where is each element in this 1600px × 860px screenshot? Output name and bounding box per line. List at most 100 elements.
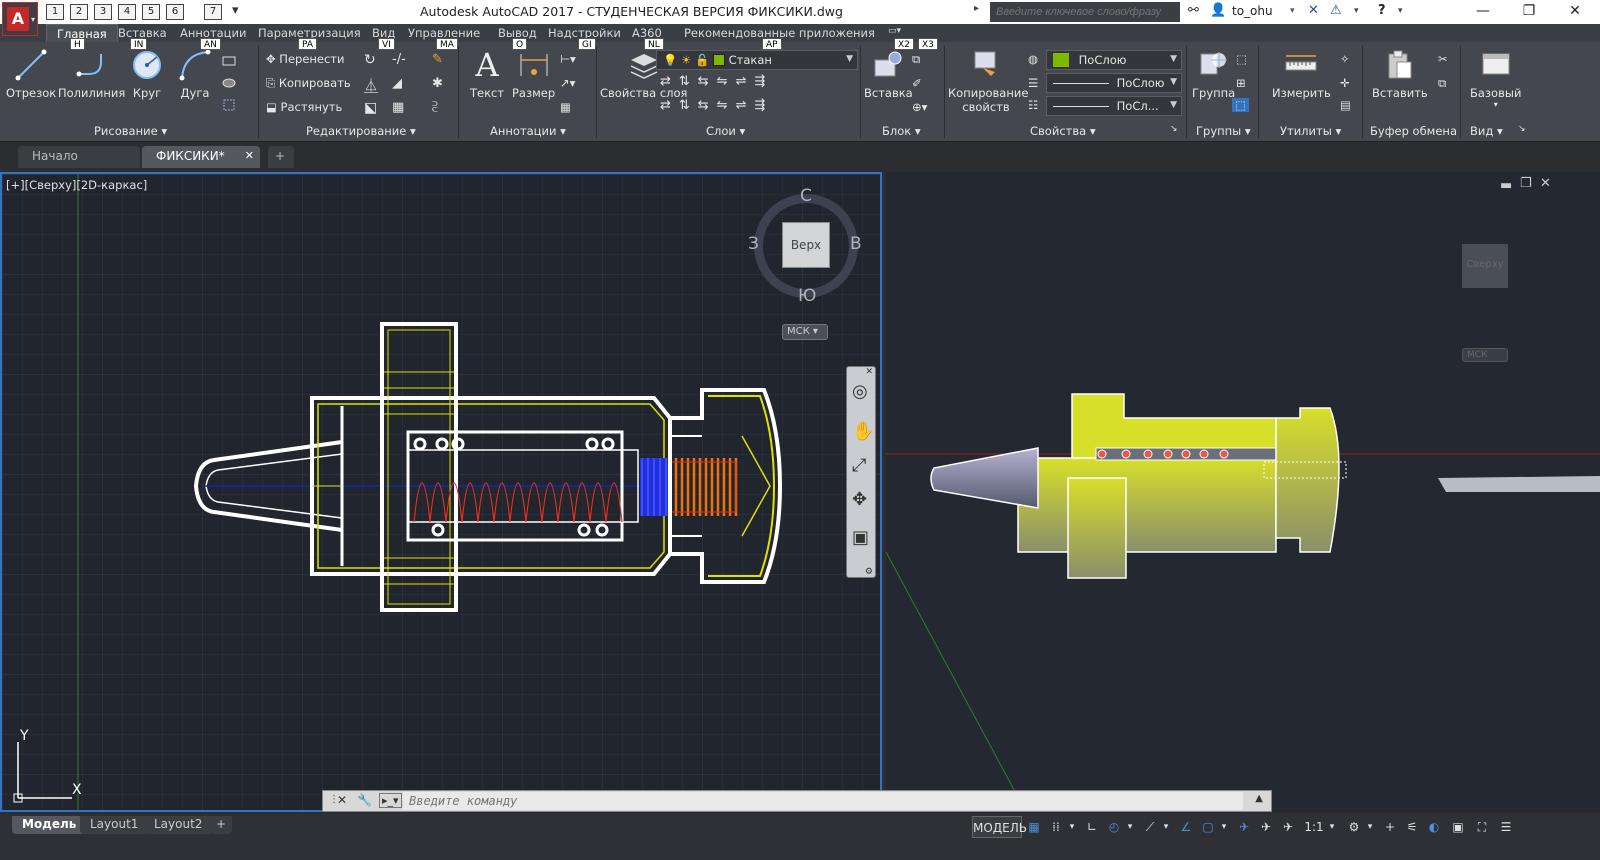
group-edit-icon[interactable]: ⊞ xyxy=(1236,76,1246,90)
snap-icon[interactable]: ⁞⁞ xyxy=(1046,816,1066,838)
offset-icon[interactable]: ⫔ xyxy=(432,100,438,115)
osnap-dropdown-icon[interactable]: ▾ xyxy=(1218,816,1230,838)
close-button[interactable]: ✕ xyxy=(1552,0,1598,24)
move-button[interactable]: ✥ Перенести xyxy=(266,52,344,66)
ortho-icon[interactable]: ∟ xyxy=(1082,816,1102,838)
snap-dropdown-icon[interactable]: ▾ xyxy=(1066,816,1078,838)
stretch-button[interactable]: ⬓ Растянуть xyxy=(266,100,342,114)
multileader-icon[interactable]: ↗▾ xyxy=(560,76,575,90)
binoculars-icon[interactable]: ⚯ xyxy=(1188,3,1199,18)
user-name[interactable]: to_ohu xyxy=(1232,4,1273,18)
properties-panel-title[interactable]: Свойства ▾ xyxy=(1030,124,1096,138)
scale-dropdown-icon[interactable]: ▾ xyxy=(1326,816,1338,838)
ungroup-icon[interactable]: ⬚ xyxy=(1236,52,1247,66)
polar-icon[interactable]: ◴ xyxy=(1104,816,1124,838)
pan-icon[interactable]: ✋ xyxy=(852,421,874,442)
array-icon[interactable]: ▦ xyxy=(392,100,404,115)
cmdline-history-icon[interactable]: ▲ xyxy=(1255,793,1263,804)
viewcube-south[interactable]: Ю xyxy=(798,286,816,306)
navbar-options-icon[interactable]: ⚙ xyxy=(865,567,873,577)
object-track-icon[interactable]: ∠ xyxy=(1176,816,1196,838)
viewport-close-icon[interactable]: ✕ xyxy=(1540,176,1551,191)
cmdline-customize-icon[interactable]: 🔧 xyxy=(357,793,372,807)
annotation-visibility-icon[interactable]: ✈ xyxy=(1234,816,1254,838)
doc-tab-file[interactable]: ФИКСИКИ* ✕ xyxy=(142,146,260,168)
annotation-scale-value[interactable]: 1:1 xyxy=(1302,816,1326,838)
qa-btn-open[interactable]: 2 xyxy=(70,4,88,20)
polar-dropdown-icon[interactable]: ▾ xyxy=(1124,816,1136,838)
plus-icon[interactable]: + xyxy=(1380,816,1400,838)
table-icon[interactable]: ▦ xyxy=(560,100,571,114)
osnap-icon[interactable]: ▢ xyxy=(1198,816,1218,838)
viewport-minimize-icon[interactable]: ▬ xyxy=(1500,178,1512,193)
new-tab-button[interactable]: + xyxy=(268,146,294,168)
viewcube[interactable]: Верх С Ю З В xyxy=(748,186,862,306)
paste-button[interactable]: Вставить xyxy=(1372,48,1428,100)
line-button[interactable]: Отрезок xyxy=(6,48,56,100)
layer-tools-row-1[interactable]: ⇄⇅⇆⇋⇌⇶ xyxy=(660,74,773,89)
color-dropdown[interactable]: ПоСлою ▼ xyxy=(1046,50,1182,70)
qa-dropdown-icon[interactable]: ▾ xyxy=(232,3,239,18)
qa-btn-redo[interactable]: 7 xyxy=(204,4,222,20)
mirror-icon[interactable]: ⏅ xyxy=(364,76,378,96)
leader-icon[interactable]: ⊢▾ xyxy=(560,52,576,66)
cmdline-prompt-icon[interactable]: ▸_▾ xyxy=(379,793,402,808)
dimension-button[interactable]: Размер xyxy=(512,48,555,100)
viewport-3d[interactable]: ▬ ❐ ✕ Сверху МСК xyxy=(886,172,1600,812)
viewcube-top-face[interactable]: Верх xyxy=(782,222,830,268)
qa-btn-plot[interactable]: 5 xyxy=(142,4,160,20)
group-selection-icon[interactable]: ⬚ xyxy=(1232,98,1249,112)
circle-button[interactable]: Круг xyxy=(130,48,164,100)
rectangle-icon[interactable] xyxy=(222,54,236,68)
base-view-button[interactable]: Базовый ▾ xyxy=(1470,48,1521,109)
scale-icon[interactable]: ⬕ xyxy=(364,100,377,116)
view-launcher-icon[interactable]: ↘ xyxy=(1518,124,1526,134)
properties-launcher-icon[interactable]: ↘ xyxy=(1170,124,1178,134)
quick-select-icon[interactable]: ✧ xyxy=(1340,52,1350,66)
layer-tools-row-2[interactable]: ⇄⇅⇆⇋⇌⇶ xyxy=(660,98,773,113)
groups-panel-title[interactable]: Группы ▾ xyxy=(1196,124,1251,138)
modify-panel-title[interactable]: Редактирование ▾ xyxy=(306,124,416,138)
showmotion-icon[interactable]: ▣ xyxy=(852,527,869,548)
boundary-icon[interactable] xyxy=(222,98,236,112)
qa-btn-save[interactable]: 3 xyxy=(94,4,112,20)
zoom-extents-icon[interactable]: ⤢ xyxy=(852,455,866,476)
draw-panel-title[interactable]: Рисование ▾ xyxy=(94,124,167,138)
linetype-dropdown[interactable]: ПоСлою ▼ xyxy=(1046,73,1182,93)
grid-icon[interactable]: ▦ xyxy=(1024,816,1044,838)
view-panel-title[interactable]: Вид ▾ xyxy=(1470,124,1503,138)
add-layout-button[interactable]: + xyxy=(210,816,233,834)
drawing-canvas-2d[interactable] xyxy=(2,174,880,810)
group-button[interactable]: Группа xyxy=(1192,48,1235,100)
measure-button[interactable]: Измерить xyxy=(1272,48,1331,100)
hardware-acceleration-icon[interactable]: ▣ xyxy=(1448,816,1468,838)
viewport-controls-label[interactable]: [+][Сверху][2D-каркас] xyxy=(6,178,147,192)
match-properties-button[interactable]: Копирование свойств xyxy=(948,48,1028,114)
layout-tab-1[interactable]: Layout1 xyxy=(80,816,149,834)
layout-tab-2[interactable]: Layout2 xyxy=(144,816,213,834)
layers-panel-title[interactable]: Слои ▾ xyxy=(706,124,745,138)
auto-scale-icon[interactable]: ✈ xyxy=(1256,816,1276,838)
cut-icon[interactable]: ✂ xyxy=(1438,52,1448,66)
exchange-icon[interactable]: ✕ xyxy=(1308,3,1319,18)
model-space-button[interactable]: МОДЕЛЬ xyxy=(972,816,1027,838)
copy-button[interactable]: ⎘ Копировать xyxy=(266,76,351,91)
viewcube-north[interactable]: С xyxy=(800,186,812,206)
isolate-objects-icon[interactable]: ◐ xyxy=(1424,816,1444,838)
connect-icon[interactable]: ⚠ xyxy=(1330,3,1342,18)
fillet-icon[interactable]: ◢ xyxy=(392,76,402,91)
ribbon-tab-overflow-icon[interactable]: ▭▾ xyxy=(888,26,901,36)
erase-icon[interactable]: ✎ xyxy=(432,52,443,67)
id-point-icon[interactable]: ✛ xyxy=(1340,76,1350,90)
hatch-icon[interactable] xyxy=(222,76,236,90)
viewport-restore-icon[interactable]: ❐ xyxy=(1520,176,1532,191)
trim-icon[interactable]: -/- xyxy=(392,52,406,67)
qa-btn-saveas[interactable]: 4 xyxy=(118,4,136,20)
copy-clip-icon[interactable]: ⧉ xyxy=(1438,76,1446,91)
layout-tab-model[interactable]: Модель xyxy=(12,816,87,834)
qa-btn-undo[interactable]: 6 xyxy=(166,4,184,20)
connect-dropdown-icon[interactable]: ▾ xyxy=(1354,6,1359,16)
block-panel-title[interactable]: Блок ▾ xyxy=(882,124,921,138)
utilities-panel-title[interactable]: Утилиты ▾ xyxy=(1280,124,1341,138)
annotation-panel-title[interactable]: Аннотации ▾ xyxy=(490,124,566,138)
